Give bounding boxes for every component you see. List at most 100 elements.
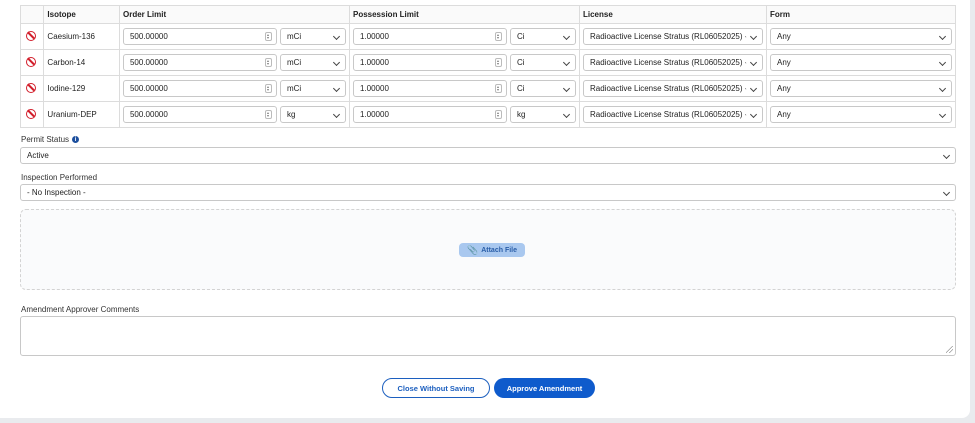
form-select[interactable]: Any [769,28,952,45]
header-possession-limit: Possession Limit [348,5,580,24]
remove-row-icon[interactable] [26,30,36,41]
form-select[interactable]: Any [769,106,952,123]
spinner-icon[interactable] [494,84,502,93]
isotope-name: Iodine-129 [43,75,120,102]
chevron-down-icon [942,151,951,160]
chevron-down-icon [332,58,341,67]
license-select[interactable]: Radioactive License Stratus (RL06052025)… [582,28,763,45]
inspection-value: - No Inspection - [27,188,86,197]
chevron-down-icon [562,84,571,93]
possession-limit-cell: 1.00000 Ci [348,49,580,76]
chevron-down-icon [938,110,947,119]
isotope-table: Isotope Order Limit Possession Limit Lic… [19,5,957,128]
possession-limit-value: 1.00000 [359,110,389,119]
license-value: Radioactive License Stratus (RL06052025)… [589,84,748,93]
order-unit-select[interactable]: mCi [279,54,346,71]
possession-limit-input[interactable]: 1.00000 [352,80,507,97]
resize-grip-icon[interactable] [946,346,953,353]
order-limit-cell: 500.00000 mCi [118,75,350,102]
order-limit-cell: 500.00000 mCi [118,23,350,50]
spinner-icon[interactable] [494,58,502,67]
possession-unit-select[interactable]: kg [509,106,576,123]
order-limit-input[interactable]: 500.00000 [122,106,277,123]
form-cell: Any [765,101,957,128]
form-select[interactable]: Any [769,54,952,71]
remove-cell [19,75,45,102]
chevron-down-icon [332,32,341,41]
spinner-icon[interactable] [264,84,272,93]
possession-limit-value: 1.00000 [359,58,389,67]
form-value: Any [776,84,791,93]
spinner-icon[interactable] [264,32,272,41]
table-row: Uranium-DEP 500.00000 kg 1.00000 kg Radi… [19,101,957,128]
order-limit-cell: 500.00000 kg [118,101,350,128]
table-row: Caesium-136 500.00000 mCi 1.00000 Ci Rad… [19,23,957,50]
form-value: Any [776,32,791,41]
order-limit-value: 500.00000 [129,84,168,93]
inspection-label-text: Inspection Performed [21,173,98,182]
order-unit-value: kg [286,110,296,119]
file-dropzone[interactable]: 📎 Attach File [20,209,956,290]
possession-unit-select[interactable]: Ci [509,54,576,71]
order-limit-input[interactable]: 500.00000 [122,28,277,45]
license-select[interactable]: Radioactive License Stratus (RL06052025)… [582,54,763,71]
remove-cell [19,49,45,76]
spinner-icon[interactable] [264,110,272,119]
info-icon[interactable]: i [72,136,80,143]
possession-limit-input[interactable]: 1.00000 [352,28,507,45]
chevron-down-icon [332,110,341,119]
form-cell: Any [765,23,957,50]
spinner-icon[interactable] [264,58,272,67]
form-value: Any [776,110,791,119]
remove-row-icon[interactable] [26,82,36,93]
license-select[interactable]: Radioactive License Stratus (RL06052025)… [582,80,763,97]
remove-row-icon[interactable] [26,56,36,67]
license-cell: Radioactive License Stratus (RL06052025)… [578,75,767,102]
comments-textarea[interactable] [20,316,956,356]
approve-amendment-button[interactable]: Approve Amendment [494,378,595,398]
possession-unit-select[interactable]: Ci [509,80,576,97]
paperclip-icon: 📎 [467,244,479,255]
remove-row-icon[interactable] [26,108,36,119]
license-value: Radioactive License Stratus (RL06052025)… [589,58,748,67]
comments-label-text: Amendment Approver Comments [21,305,140,314]
header-form: Form [765,5,957,24]
possession-limit-cell: 1.00000 kg [348,101,580,128]
order-unit-select[interactable]: mCi [279,80,346,97]
possession-unit-value: Ci [516,58,525,67]
order-unit-select[interactable]: kg [279,106,346,123]
spinner-icon[interactable] [494,32,502,41]
inspection-select[interactable]: - No Inspection - [20,184,956,201]
license-select[interactable]: Radioactive License Stratus (RL06052025)… [582,106,763,123]
form-cell: Any [765,75,957,102]
possession-unit-value: Ci [516,84,525,93]
order-limit-input[interactable]: 500.00000 [122,54,277,71]
close-without-saving-button[interactable]: Close Without Saving [382,378,490,398]
license-value: Radioactive License Stratus (RL06052025)… [589,110,748,119]
chevron-down-icon [938,32,947,41]
possession-limit-input[interactable]: 1.00000 [352,106,507,123]
order-limit-value: 500.00000 [129,32,168,41]
form-value: Any [776,58,791,67]
order-unit-select[interactable]: mCi [279,28,346,45]
table-row: Carbon-14 500.00000 mCi 1.00000 Ci Radio… [19,49,957,76]
order-limit-input[interactable]: 500.00000 [122,80,277,97]
attach-file-button[interactable]: 📎 Attach File [459,243,526,257]
spinner-icon[interactable] [494,110,502,119]
chevron-down-icon [938,58,947,67]
remove-cell [19,101,45,128]
chevron-down-icon [562,110,571,119]
possession-limit-input[interactable]: 1.00000 [352,54,507,71]
isotope-name: Carbon-14 [43,49,120,76]
order-limit-value: 500.00000 [129,110,168,119]
possession-limit-value: 1.00000 [359,84,389,93]
attach-file-label: Attach File [481,246,518,254]
possession-unit-select[interactable]: Ci [509,28,576,45]
permit-status-select[interactable]: Active [20,147,956,164]
form-select[interactable]: Any [769,80,952,97]
chevron-down-icon [749,58,758,67]
table-row: Iodine-129 500.00000 mCi 1.00000 Ci Radi… [19,75,957,102]
header-license: License [578,5,767,24]
amendment-form: Isotope Order Limit Possession Limit Lic… [0,0,970,418]
chevron-down-icon [562,32,571,41]
